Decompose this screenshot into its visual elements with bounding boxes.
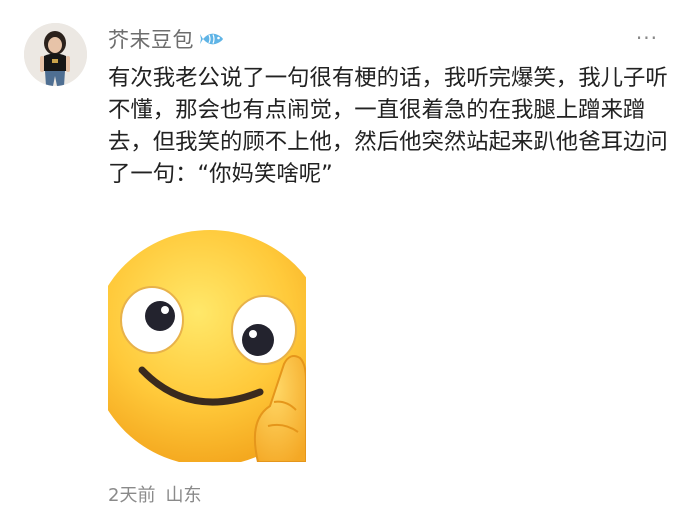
fish-badge-icon[interactable]: [200, 29, 226, 49]
post-text: 有次我老公说了一句很有梗的话，我听完爆笑，我儿子听不懂，那会也有点闹觉，一直很着…: [108, 65, 668, 187]
avatar[interactable]: [24, 23, 87, 86]
smile-peek-emoji-icon: [108, 230, 306, 462]
post-meta: 2天前 山东: [108, 481, 201, 507]
username[interactable]: 芥末豆包: [108, 24, 194, 54]
post-time: 2天前: [108, 485, 156, 506]
post-location: 山东: [165, 485, 202, 506]
username-row: 芥末豆包: [108, 22, 226, 56]
more-options-button[interactable]: ···: [636, 28, 658, 48]
weibo-post: 芥末豆包 ··· 有次我老公说了一句很有梗的话，我听完爆笑，我儿子听不懂，那会也…: [0, 0, 690, 512]
